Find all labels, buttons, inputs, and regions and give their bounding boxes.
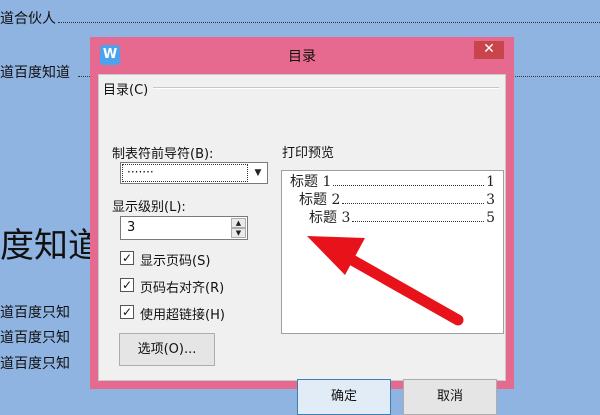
red-arrow-annotation-icon [307, 236, 464, 326]
